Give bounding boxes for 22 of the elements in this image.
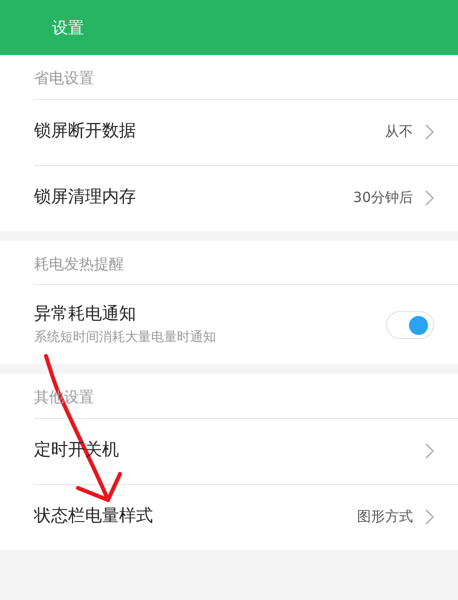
setting-label: 锁屏清理内存 [34, 186, 136, 210]
section-header: 省电设置 [33, 68, 95, 89]
toggle-switch[interactable] [386, 310, 434, 338]
setting-label: 状态栏电量样式 [34, 505, 153, 528]
section-header: 耗电发热提醒 [33, 254, 125, 274]
chevron-right-icon [425, 124, 434, 140]
settings-row[interactable]: 锁屏清理内存 30分钟后 [34, 164, 458, 230]
setting-label: 异常耗电通知 [34, 303, 137, 326]
settings-row[interactable]: 异常耗电通知 系统短时间消耗大量电量时通知 [34, 284, 458, 364]
setting-label: 定时开关机 [34, 439, 119, 462]
setting-value: 从不 [385, 122, 413, 142]
settings-row[interactable]: 定时开关机 [34, 418, 458, 484]
settings-row[interactable]: 锁屏断开数据 从不 [34, 98, 458, 164]
chevron-right-icon [425, 443, 434, 459]
setting-description: 系统短时间消耗大量电量时通知 [34, 328, 216, 346]
page-title: 设置 [52, 16, 84, 38]
chevron-right-icon [425, 190, 434, 206]
setting-value: 30分钟后 [353, 188, 413, 208]
settings-row[interactable]: 状态栏电量样式 图形方式 [34, 484, 458, 550]
setting-label: 锁屏断开数据 [34, 120, 136, 144]
setting-value: 图形方式 [357, 508, 413, 526]
chevron-right-icon [425, 509, 434, 525]
